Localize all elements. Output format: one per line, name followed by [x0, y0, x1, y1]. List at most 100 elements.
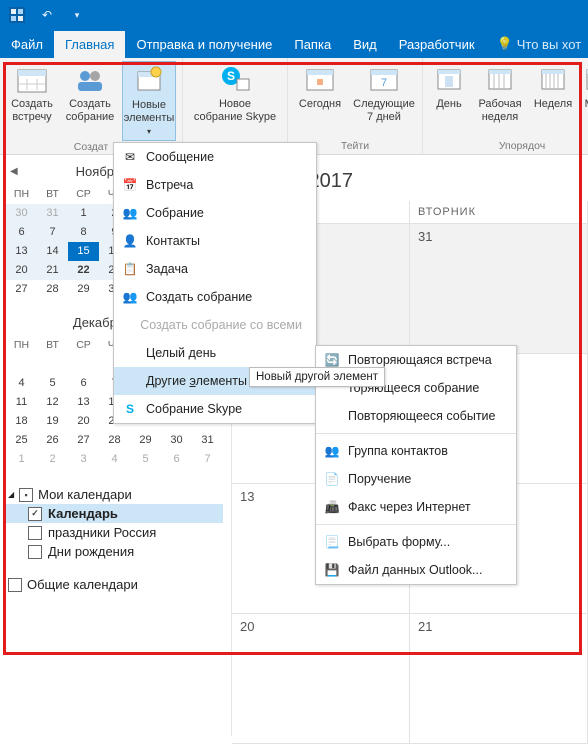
mini-cal-day[interactable]: 12 — [37, 393, 68, 412]
new-items-label: Новые элементы ▾ — [124, 99, 175, 138]
submenu-recurring-event[interactable]: Повторяющееся событие — [316, 402, 516, 430]
new-items-button[interactable]: Новые элементы ▾ — [122, 61, 176, 141]
mini-cal-day[interactable]: 15 — [68, 242, 99, 261]
my-calendars-checkbox[interactable]: ▪ — [19, 488, 33, 502]
submenu-choose-form[interactable]: 📃Выбрать форму... — [316, 528, 516, 556]
mini-cal-day[interactable]: 31 — [192, 431, 223, 450]
mini-cal-day[interactable]: 5 — [130, 450, 161, 469]
mini-cal-day[interactable]: 18 — [6, 412, 37, 431]
menu-create-meeting[interactable]: 👥Создать собрание — [114, 283, 316, 311]
shared-label: Общие календари — [27, 577, 138, 592]
mini-cal-day[interactable]: 29 — [68, 280, 99, 299]
mini-cal-day[interactable]: 25 — [6, 431, 37, 450]
calendar-cell[interactable]: 31 — [410, 224, 588, 354]
day-view-button[interactable]: День — [429, 61, 469, 140]
mini-cal-day[interactable]: 7 — [192, 450, 223, 469]
mini-cal-day[interactable]: 6 — [161, 450, 192, 469]
tab-home[interactable]: Главная — [54, 31, 125, 58]
menu-meeting[interactable]: 📅Встреча — [114, 171, 316, 199]
calendar-cell[interactable]: 21 — [410, 614, 588, 744]
calendar-checkbox[interactable]: ✓ — [28, 507, 42, 521]
birthdays-checkbox[interactable] — [28, 545, 42, 559]
mini-cal-day[interactable]: 3 — [68, 450, 99, 469]
title-bar: ↶ ▾ — [0, 0, 588, 30]
holidays-checkbox[interactable] — [28, 526, 42, 540]
mini-cal-day[interactable]: 1 — [68, 204, 99, 223]
submenu-contact-group[interactable]: 👥Группа контактов — [316, 437, 516, 465]
dow-label: ПН — [6, 185, 37, 204]
mini-cal-day[interactable]: 13 — [6, 242, 37, 261]
calendar-item-holidays[interactable]: праздники Россия — [6, 523, 223, 542]
mini-cal-day[interactable]: 13 — [68, 393, 99, 412]
mini-cal-day[interactable] — [6, 355, 37, 374]
tell-me[interactable]: 💡 Что вы хот — [486, 30, 588, 58]
holidays-label: праздники Россия — [48, 525, 156, 540]
mini-cal-day[interactable]: 27 — [6, 280, 37, 299]
mini-cal-day[interactable]: 20 — [6, 261, 37, 280]
tab-view[interactable]: Вид — [342, 31, 388, 58]
mini-cal-day[interactable]: 20 — [68, 412, 99, 431]
mini-cal-day[interactable]: 30 — [6, 204, 37, 223]
undo-icon[interactable]: ↶ — [38, 6, 56, 24]
new-appointment-label: Создать встречу — [11, 98, 53, 124]
tab-developer[interactable]: Разработчик — [388, 31, 486, 58]
mini-cal-day[interactable]: 8 — [68, 223, 99, 242]
app-icon — [8, 6, 26, 24]
mini-cal-day[interactable]: 1 — [6, 450, 37, 469]
mini-cal-day[interactable]: 6 — [68, 374, 99, 393]
prev-month-icon[interactable]: ◀ — [10, 166, 18, 177]
calendar-cell[interactable]: 20 — [232, 614, 410, 744]
mini-cal-day[interactable] — [68, 355, 99, 374]
submenu-outlook-file[interactable]: 💾Файл данных Outlook... — [316, 556, 516, 584]
month-view-button[interactable]: Меся — [581, 61, 588, 140]
mini-cal-day[interactable]: 2 — [37, 450, 68, 469]
new-appointment-button[interactable]: Создать встречу — [6, 61, 58, 141]
menu-task[interactable]: 📋Задача — [114, 255, 316, 283]
mini-cal-day[interactable]: 31 — [37, 204, 68, 223]
today-button[interactable]: Сегодня — [294, 61, 346, 140]
menu-allday[interactable]: Целый день — [114, 339, 316, 367]
menu-conference[interactable]: 👥Собрание — [114, 199, 316, 227]
next7-label: Следующие 7 дней — [353, 98, 415, 124]
mini-cal-day[interactable] — [37, 355, 68, 374]
tell-me-label: Что вы хот — [517, 37, 581, 52]
skype-meeting-button[interactable]: S Новое собрание Skype — [189, 61, 281, 140]
mini-cal-day[interactable]: 6 — [6, 223, 37, 242]
ribbon-tabs: Файл Главная Отправка и получение Папка … — [0, 30, 588, 58]
new-meeting-button[interactable]: Создать собрание — [64, 61, 116, 141]
qat-dropdown-icon[interactable]: ▾ — [68, 6, 86, 24]
people-small-icon: 👥 — [122, 205, 138, 221]
menu-contacts[interactable]: 👤Контакты — [114, 227, 316, 255]
mini-cal-day[interactable]: 28 — [37, 280, 68, 299]
mini-cal-day[interactable]: 11 — [6, 393, 37, 412]
menu-message[interactable]: ✉Сообщение — [114, 143, 316, 171]
mini-cal-day[interactable]: 5 — [37, 374, 68, 393]
mini-cal-day[interactable]: 21 — [37, 261, 68, 280]
tab-file[interactable]: Файл — [0, 31, 54, 58]
mini-cal-day[interactable]: 26 — [37, 431, 68, 450]
tab-folder[interactable]: Папка — [283, 31, 342, 58]
mini-cal-day[interactable]: 28 — [99, 431, 130, 450]
mini-cal-day[interactable]: 27 — [68, 431, 99, 450]
mini-cal-day[interactable]: 4 — [6, 374, 37, 393]
mini-cal-day[interactable]: 14 — [37, 242, 68, 261]
tab-sendreceive[interactable]: Отправка и получение — [125, 31, 283, 58]
calendar-item-birthdays[interactable]: Дни рождения — [6, 542, 223, 561]
my-calendars-header[interactable]: ◢ ▪ Мои календари — [6, 485, 223, 504]
workweek-view-button[interactable]: Рабочая неделя — [475, 61, 525, 140]
dow-label: ВТ — [37, 185, 68, 204]
mini-cal-day[interactable]: 19 — [37, 412, 68, 431]
mini-cal-day[interactable]: 30 — [161, 431, 192, 450]
mini-cal-day[interactable]: 22 — [68, 261, 99, 280]
week-view-button[interactable]: Неделя — [531, 61, 575, 140]
mini-cal-day[interactable]: 7 — [37, 223, 68, 242]
mini-cal-day[interactable]: 4 — [99, 450, 130, 469]
calendar-item-main[interactable]: ✓ Календарь — [6, 504, 223, 523]
submenu-fax[interactable]: 📠Факс через Интернет — [316, 493, 516, 521]
shared-calendars-header[interactable]: Общие календари — [6, 575, 223, 594]
submenu-delegation[interactable]: 📄Поручение — [316, 465, 516, 493]
menu-skype[interactable]: SСобрание Skype — [114, 395, 316, 423]
next7-button[interactable]: 7 Следующие 7 дней — [352, 61, 416, 140]
shared-checkbox[interactable] — [8, 578, 22, 592]
mini-cal-day[interactable]: 29 — [130, 431, 161, 450]
